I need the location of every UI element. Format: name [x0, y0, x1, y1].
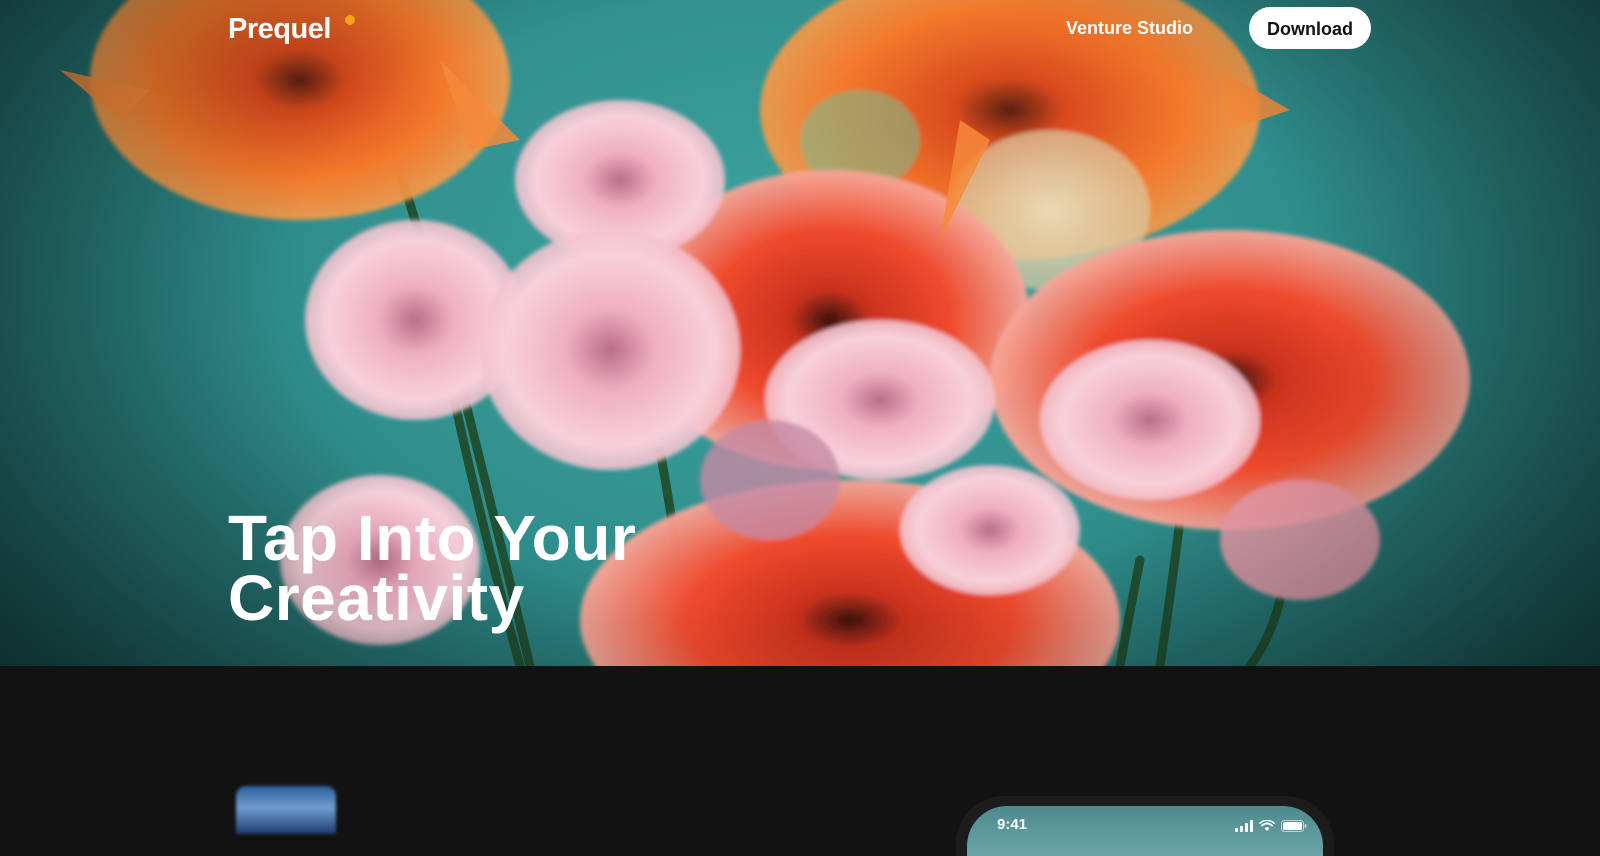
phone-status-icons — [1235, 818, 1307, 832]
battery-icon — [1281, 820, 1307, 832]
download-button[interactable]: Download — [1249, 7, 1371, 49]
phone-mockup: 9:41 — [956, 796, 1334, 856]
wifi-icon — [1259, 820, 1275, 831]
app-preview-thumbnail — [236, 786, 336, 834]
venture-studio-link[interactable]: Venture Studio — [1066, 17, 1193, 39]
hero-headline: Tap Into Your Creativity — [228, 506, 748, 630]
logo-dot-icon — [345, 15, 355, 25]
features-section: 9:41 — [0, 666, 1600, 856]
hero-section: Prequel Venture Studio Download Tap Into… — [0, 0, 1600, 666]
phone-screen: 9:41 — [967, 806, 1323, 856]
top-nav: Prequel Venture Studio Download — [0, 0, 1600, 56]
signal-icon — [1235, 820, 1253, 832]
prequel-logo[interactable]: Prequel — [228, 12, 331, 46]
headline-line-2: Creativity — [228, 562, 525, 634]
phone-status-time: 9:41 — [997, 816, 1028, 833]
